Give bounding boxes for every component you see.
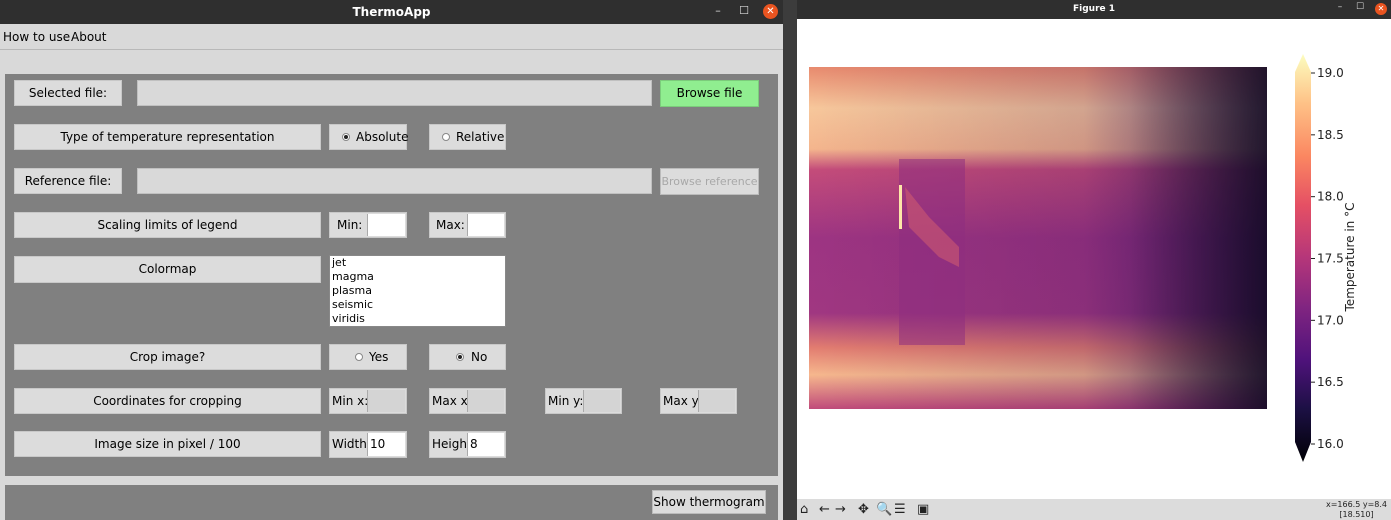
cursor-value: [18.510] <box>1339 510 1374 519</box>
figure-toolbar: ⌂ ← → ✥ 🔍 ☰ ▣ x=166.5 y=8.4 [18.510] <box>797 499 1391 520</box>
close-icon[interactable]: ✕ <box>763 4 778 19</box>
colormap-listbox[interactable]: jet magma plasma seismic viridis <box>329 255 506 327</box>
colorbar-label: Temperature in °C <box>1343 203 1357 313</box>
colorbar: 19.0 18.5 18.0 17.5 17.0 16.5 16.0 Temperature… <box>1294 36 1391 466</box>
scaling-max-label: Max: <box>436 218 465 232</box>
colorbar-tick-label: 16.5 <box>1317 375 1344 389</box>
scaling-min: Min: <box>329 212 407 238</box>
radio-no-label: No <box>471 350 488 364</box>
thermoapp-window: ThermoApp – ☐ ✕ How to use About Selecte… <box>0 0 783 520</box>
crop-max-y: Max y: <box>660 388 737 414</box>
minimize-icon[interactable]: – <box>712 4 724 17</box>
figure-window: Figure 1 – ☐ ✕ 19.0 18.5 18.0 17.5 17.0 … <box>797 0 1391 520</box>
colorbar-svg: 19.0 18.5 18.0 17.5 17.0 16.5 16.0 Temperature… <box>1295 54 1357 462</box>
radio-dot-absolute <box>342 133 350 141</box>
colormap-option-viridis[interactable]: viridis <box>332 312 505 326</box>
radio-absolute-label: Absolute <box>356 130 409 144</box>
radio-relative-label: Relative <box>456 130 505 144</box>
colorbar-gradient <box>1295 54 1311 462</box>
selected-file-label: Selected file: <box>14 80 122 106</box>
image-height: Height: 8 <box>429 431 506 458</box>
image-width: Width: 10 <box>329 431 407 458</box>
radio-crop-yes[interactable]: Yes <box>329 344 407 370</box>
image-size-label: Image size in pixel / 100 <box>14 431 321 457</box>
zoom-icon[interactable]: 🔍 <box>876 502 892 517</box>
settings-panel: Selected file: Browse file Type of tempe… <box>5 74 778 476</box>
radio-dot-yes <box>355 353 363 361</box>
forward-icon[interactable]: → <box>835 502 846 517</box>
representation-label: Type of temperature representation <box>14 124 321 150</box>
crop-image-label: Crop image? <box>14 344 321 370</box>
maximize-icon[interactable]: ☐ <box>738 4 750 17</box>
colorbar-tick-label: 16.0 <box>1317 437 1344 451</box>
thermogram-hot-spot <box>899 185 902 229</box>
radio-dot-no <box>456 353 464 361</box>
radio-crop-no[interactable]: No <box>429 344 506 370</box>
image-width-label: Width: <box>332 437 371 451</box>
menu-about[interactable]: About <box>71 30 106 44</box>
colormap-option-jet[interactable]: jet <box>332 256 505 270</box>
cursor-coords: x=166.5 y=8.4 <box>1325 500 1387 509</box>
menu-bar: How to use About <box>0 24 783 50</box>
browse-file-button[interactable]: Browse file <box>660 80 759 107</box>
crop-max-x-input[interactable] <box>467 390 504 412</box>
colorbar-tick-label: 19.0 <box>1317 66 1344 80</box>
save-icon[interactable]: ▣ <box>917 502 929 517</box>
image-width-input[interactable]: 10 <box>367 433 405 456</box>
scaling-max-input[interactable] <box>467 214 504 236</box>
home-icon[interactable]: ⌂ <box>800 502 808 517</box>
browse-reference-button[interactable]: Browse reference <box>660 168 759 195</box>
crop-max-y-label: Max y: <box>663 394 702 408</box>
colorbar-tick-label: 17.5 <box>1317 252 1344 266</box>
figure-maximize-icon[interactable]: ☐ <box>1355 2 1365 12</box>
back-icon[interactable]: ← <box>819 502 830 517</box>
scaling-limits-label: Scaling limits of legend <box>14 212 321 238</box>
reference-file-label: Reference file: <box>14 168 122 194</box>
crop-coordinates-label: Coordinates for cropping <box>14 388 321 414</box>
radio-relative[interactable]: Relative <box>429 124 506 150</box>
colormap-label: Colormap <box>14 256 321 283</box>
reference-file-path[interactable] <box>137 168 652 194</box>
colorbar-ticks: 19.0 18.5 18.0 17.5 17.0 16.5 16.0 <box>1311 66 1344 451</box>
crop-min-y-label: Min y: <box>548 394 584 408</box>
scaling-min-label: Min: <box>337 218 363 232</box>
crop-min-y: Min y: <box>545 388 622 414</box>
menu-how-to-use[interactable]: How to use <box>3 30 70 44</box>
pan-icon[interactable]: ✥ <box>858 502 869 517</box>
crop-min-x-label: Min x: <box>332 394 369 408</box>
thermogram-image[interactable] <box>809 67 1267 409</box>
colormap-option-magma[interactable]: magma <box>332 270 505 284</box>
crop-max-x: Max x: <box>429 388 506 414</box>
colorbar-tick-label: 18.5 <box>1317 128 1344 142</box>
bottom-bar: Show thermogram <box>5 485 778 520</box>
figure-close-icon[interactable]: ✕ <box>1375 3 1387 15</box>
window-title: ThermoApp <box>352 5 431 19</box>
crop-min-y-input[interactable] <box>583 390 620 412</box>
cursor-readout: x=166.5 y=8.4 [18.510] <box>1326 500 1387 520</box>
colorbar-tick-label: 17.0 <box>1317 313 1344 327</box>
radio-yes-label: Yes <box>369 350 389 364</box>
colormap-option-plasma[interactable]: plasma <box>332 284 505 298</box>
image-height-input[interactable]: 8 <box>467 433 504 456</box>
crop-max-y-input[interactable] <box>698 390 735 412</box>
figure-minimize-icon[interactable]: – <box>1335 2 1345 12</box>
colorbar-tick-label: 18.0 <box>1317 190 1344 204</box>
title-bar: ThermoApp – ☐ ✕ <box>0 0 783 24</box>
scaling-max: Max: <box>429 212 506 238</box>
thermogram-edge-shade <box>809 67 1267 409</box>
crop-max-x-label: Max x: <box>432 394 472 408</box>
selected-file-path[interactable] <box>137 80 652 106</box>
figure-title: Figure 1 <box>1072 4 1116 14</box>
crop-min-x-input[interactable] <box>367 390 405 412</box>
radio-dot-relative <box>442 133 450 141</box>
show-thermogram-button[interactable]: Show thermogram <box>652 490 766 514</box>
crop-min-x: Min x: <box>329 388 407 414</box>
colormap-option-seismic[interactable]: seismic <box>332 298 505 312</box>
radio-absolute[interactable]: Absolute <box>329 124 409 150</box>
scaling-min-input[interactable] <box>367 214 405 236</box>
configure-icon[interactable]: ☰ <box>894 502 906 517</box>
figure-title-bar: Figure 1 – ☐ ✕ <box>797 0 1391 19</box>
